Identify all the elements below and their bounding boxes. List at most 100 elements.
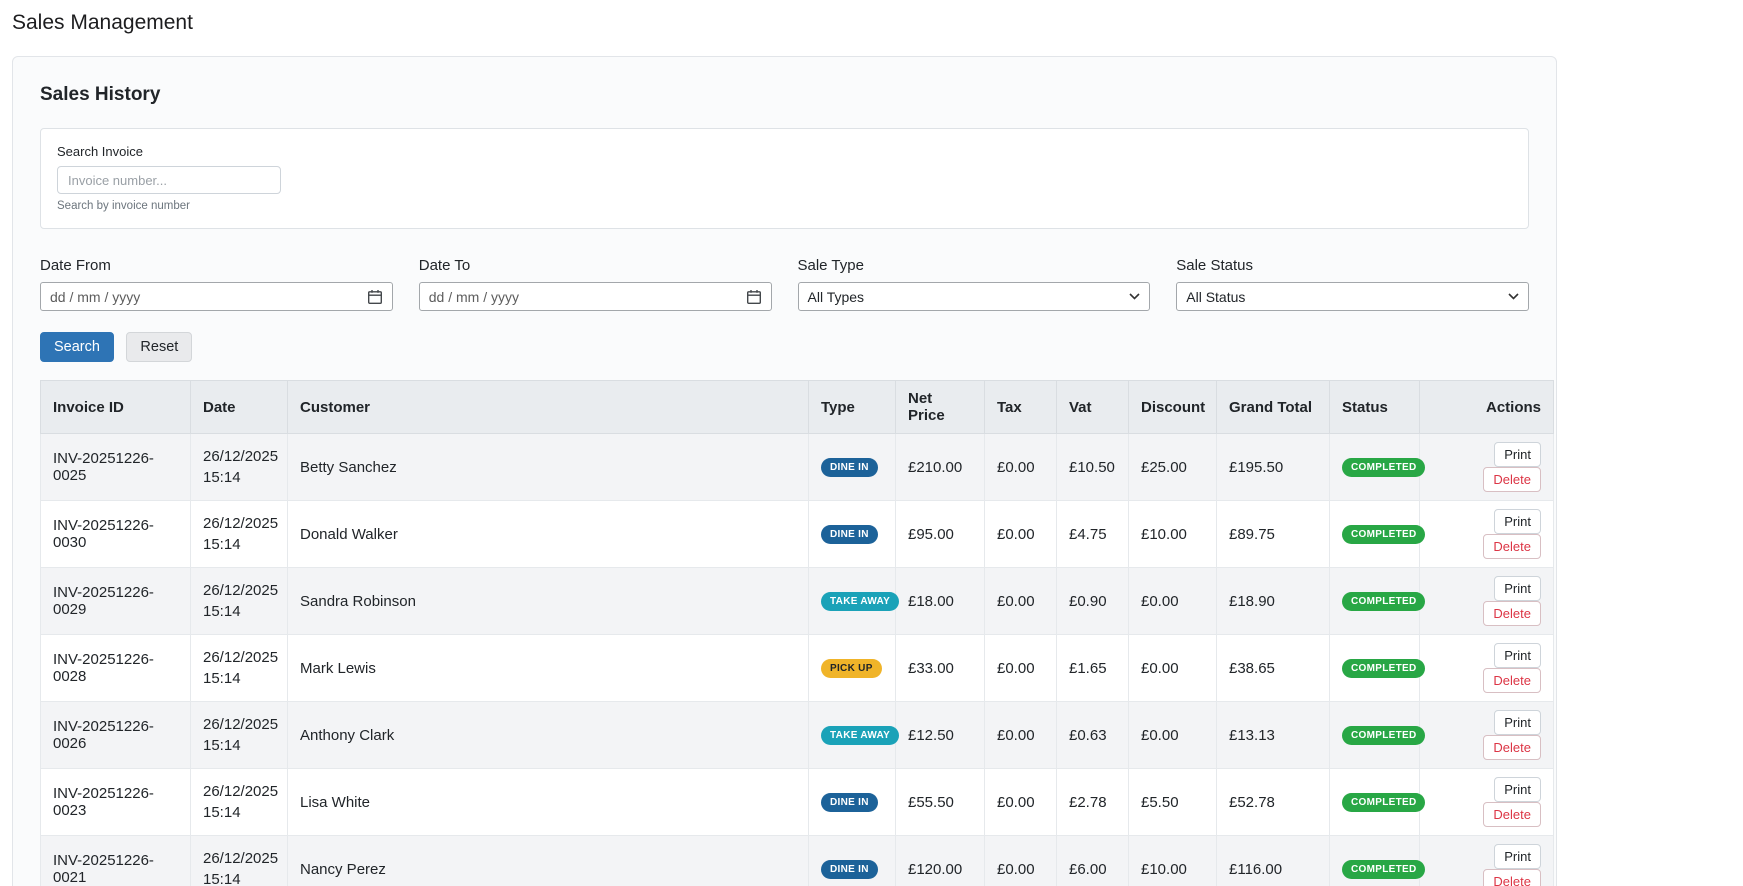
table-row: INV-20251226-0028 26/12/2025 15:14 Mark … xyxy=(41,635,1554,702)
date-to-input[interactable]: dd / mm / yyyy xyxy=(419,282,772,311)
grand-total-cell: £89.75 xyxy=(1217,501,1330,568)
delete-button[interactable]: Delete xyxy=(1483,735,1541,760)
search-invoice-help: Search by invoice number xyxy=(57,200,1512,212)
tax-cell: £0.00 xyxy=(985,702,1057,769)
delete-button[interactable]: Delete xyxy=(1483,534,1541,559)
tax-cell: £0.00 xyxy=(985,501,1057,568)
customer-cell: Lisa White xyxy=(288,769,809,836)
status-badge: COMPLETED xyxy=(1342,525,1425,544)
date-from-input[interactable]: dd / mm / yyyy xyxy=(40,282,393,311)
sale-status-select[interactable]: All Status xyxy=(1176,282,1529,311)
calendar-icon[interactable] xyxy=(367,289,383,305)
date-cell: 26/12/2025 15:14 xyxy=(191,769,288,836)
actions-cell: Print Delete xyxy=(1420,434,1554,501)
status-cell: COMPLETED xyxy=(1330,501,1420,568)
actions-cell: Print Delete xyxy=(1420,501,1554,568)
time-value: 15:14 xyxy=(203,735,275,756)
date-value: 26/12/2025 xyxy=(203,714,275,735)
sale-status-label: Sale Status xyxy=(1176,257,1529,274)
column-header-invoice-id: Invoice ID xyxy=(41,381,191,434)
column-header-vat: Vat xyxy=(1057,381,1129,434)
date-cell: 26/12/2025 15:14 xyxy=(191,702,288,769)
invoice-id-cell: INV-20251226-0021 xyxy=(41,836,191,886)
customer-cell: Anthony Clark xyxy=(288,702,809,769)
discount-cell: £10.00 xyxy=(1129,836,1217,886)
net-price-cell: £55.50 xyxy=(896,769,985,836)
delete-button[interactable]: Delete xyxy=(1483,802,1541,827)
net-price-cell: £95.00 xyxy=(896,501,985,568)
status-badge: COMPLETED xyxy=(1342,592,1425,611)
type-badge: TAKE AWAY xyxy=(821,726,899,745)
status-cell: COMPLETED xyxy=(1330,635,1420,702)
tax-cell: £0.00 xyxy=(985,836,1057,886)
sales-table-body: INV-20251226-0025 26/12/2025 15:14 Betty… xyxy=(41,434,1554,886)
invoice-id-cell: INV-20251226-0030 xyxy=(41,501,191,568)
time-value: 15:14 xyxy=(203,534,275,555)
net-price-cell: £33.00 xyxy=(896,635,985,702)
time-value: 15:14 xyxy=(203,668,275,689)
tax-cell: £0.00 xyxy=(985,568,1057,635)
type-badge: DINE IN xyxy=(821,793,878,812)
calendar-icon[interactable] xyxy=(746,289,762,305)
actions-cell: Print Delete xyxy=(1420,635,1554,702)
sales-table: Invoice ID Date Customer Type Net Price … xyxy=(40,380,1554,886)
delete-button[interactable]: Delete xyxy=(1483,869,1541,886)
table-row: INV-20251226-0030 26/12/2025 15:14 Donal… xyxy=(41,501,1554,568)
discount-cell: £0.00 xyxy=(1129,635,1217,702)
sale-status-value: All Status xyxy=(1186,289,1245,305)
table-row: INV-20251226-0023 26/12/2025 15:14 Lisa … xyxy=(41,769,1554,836)
date-value: 26/12/2025 xyxy=(203,446,275,467)
date-from-value: dd / mm / yyyy xyxy=(50,289,140,305)
grand-total-cell: £52.78 xyxy=(1217,769,1330,836)
invoice-id-cell: INV-20251226-0028 xyxy=(41,635,191,702)
discount-cell: £0.00 xyxy=(1129,568,1217,635)
sale-type-select[interactable]: All Types xyxy=(798,282,1151,311)
date-to-label: Date To xyxy=(419,257,772,274)
print-button[interactable]: Print xyxy=(1494,710,1541,735)
print-button[interactable]: Print xyxy=(1494,844,1541,869)
discount-cell: £5.50 xyxy=(1129,769,1217,836)
grand-total-cell: £13.13 xyxy=(1217,702,1330,769)
type-cell: DINE IN xyxy=(809,434,896,501)
search-invoice-input[interactable] xyxy=(57,166,281,194)
type-badge: DINE IN xyxy=(821,458,878,477)
actions-cell: Print Delete xyxy=(1420,568,1554,635)
print-button[interactable]: Print xyxy=(1494,777,1541,802)
print-button[interactable]: Print xyxy=(1494,442,1541,467)
column-header-date: Date xyxy=(191,381,288,434)
delete-button[interactable]: Delete xyxy=(1483,668,1541,693)
column-header-status: Status xyxy=(1330,381,1420,434)
sales-history-card: Sales History Search Invoice Search by i… xyxy=(12,56,1557,886)
print-button[interactable]: Print xyxy=(1494,509,1541,534)
print-button[interactable]: Print xyxy=(1494,643,1541,668)
customer-cell: Donald Walker xyxy=(288,501,809,568)
filter-buttons: Search Reset xyxy=(40,332,1529,362)
status-badge: COMPLETED xyxy=(1342,860,1425,879)
chevron-down-icon xyxy=(1129,293,1140,300)
actions-cell: Print Delete xyxy=(1420,702,1554,769)
search-invoice-panel: Search Invoice Search by invoice number xyxy=(40,128,1529,229)
date-value: 26/12/2025 xyxy=(203,513,275,534)
delete-button[interactable]: Delete xyxy=(1483,601,1541,626)
search-button[interactable]: Search xyxy=(40,332,114,362)
date-cell: 26/12/2025 15:14 xyxy=(191,434,288,501)
column-header-grand-total: Grand Total xyxy=(1217,381,1330,434)
reset-button[interactable]: Reset xyxy=(126,332,192,362)
grand-total-cell: £38.65 xyxy=(1217,635,1330,702)
delete-button[interactable]: Delete xyxy=(1483,467,1541,492)
vat-cell: £1.65 xyxy=(1057,635,1129,702)
customer-cell: Mark Lewis xyxy=(288,635,809,702)
customer-cell: Sandra Robinson xyxy=(288,568,809,635)
actions-cell: Print Delete xyxy=(1420,769,1554,836)
print-button[interactable]: Print xyxy=(1494,576,1541,601)
date-value: 26/12/2025 xyxy=(203,848,275,869)
vat-cell: £2.78 xyxy=(1057,769,1129,836)
status-cell: COMPLETED xyxy=(1330,702,1420,769)
vat-cell: £10.50 xyxy=(1057,434,1129,501)
net-price-cell: £120.00 xyxy=(896,836,985,886)
grand-total-cell: £116.00 xyxy=(1217,836,1330,886)
filter-sale-type: Sale Type All Types xyxy=(798,257,1151,311)
status-badge: COMPLETED xyxy=(1342,726,1425,745)
net-price-cell: £12.50 xyxy=(896,702,985,769)
type-cell: DINE IN xyxy=(809,836,896,886)
